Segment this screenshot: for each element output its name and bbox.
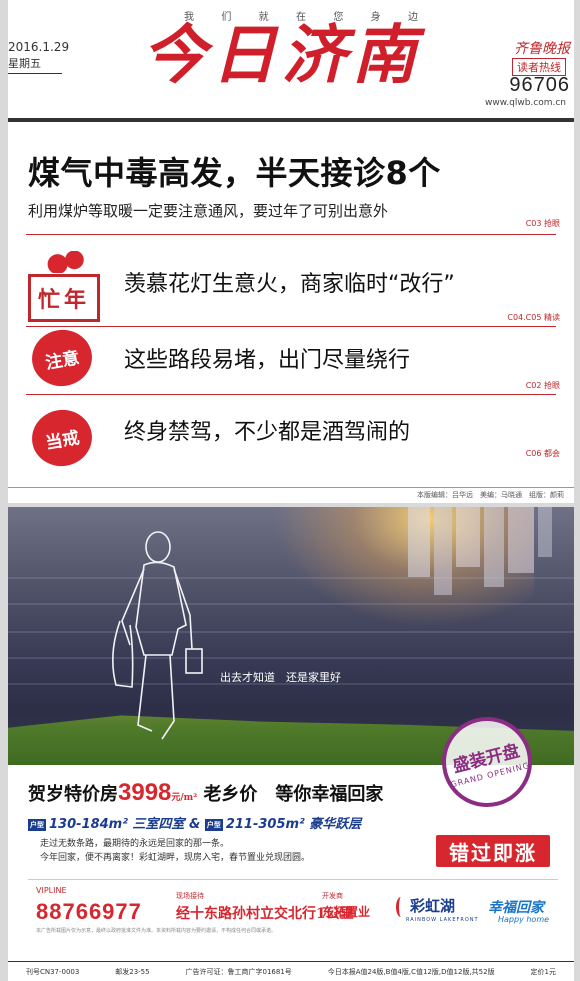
vip-phone-number[interactable]: 88766977: [36, 899, 142, 925]
real-estate-ad[interactable]: 出去才知道 还是家里好 盛装开盘 GRAND OPENING 贺岁特价房3998…: [8, 507, 574, 961]
page-ref: C02 抢眼: [525, 381, 560, 390]
walking-man-sketch-icon: [112, 531, 203, 740]
lead-headline[interactable]: 煤气中毒高发，半天接诊8个: [28, 148, 441, 194]
ad-headline: 贺岁特价房3998元/m² 老乡价 等你幸福回家: [28, 779, 383, 807]
wave-line: [8, 603, 574, 605]
developer-label: 开发商: [322, 892, 343, 900]
page-footer: 刊号CN37-0003 邮发23-55 广告许可证：鲁工商广字01681号 今日…: [8, 961, 574, 981]
footer-issn: 刊号CN37-0003: [25, 967, 80, 976]
newspaper-page: 我 们 就 在 您 身 边 2016.1.29 星期五 今日济南 齐鲁晚报 读者…: [0, 0, 580, 981]
happy-home-logo: 幸福回家: [488, 900, 544, 916]
page-ref: C04.C05 精读: [507, 313, 560, 322]
happy-home-logo-sub: Happy home: [498, 915, 550, 924]
ad-body-copy: 走过无数条路，最期待的永远是回家的那一条。 今年回家，便不再离家！彩虹湖畔，现房…: [40, 837, 310, 865]
rainbow-lake-logo-sub: RAINBOW LAKEFRONT: [406, 917, 479, 923]
ad-headline-pre: 贺岁特价房: [28, 784, 118, 805]
lead-subtitle: 利用煤炉等取暖一定要注意通风，要过年了可别出意外: [28, 202, 389, 220]
wave-line: [8, 577, 574, 579]
ad-body-line: 走过无数条路，最期待的永远是回家的那一条。: [40, 839, 230, 849]
developer-name: 东拓置业: [322, 905, 371, 919]
masthead: 我 们 就 在 您 身 边 2016.1.29 星期五 今日济南 齐鲁晚报 读者…: [8, 0, 574, 122]
ad-price: 3998: [118, 779, 172, 806]
wave-line: [8, 631, 574, 633]
ad-fine-print: 本广告所载图片仅为示意，最终以政府批准文件为准。本资料所载内容为要约邀请，不构成…: [36, 928, 277, 934]
item-headline[interactable]: 终身禁驾，不少都是酒驾闹的: [124, 414, 410, 446]
newspaper-brand: 齐鲁晚报: [514, 41, 570, 57]
dont-miss-button[interactable]: 错过即涨: [436, 835, 550, 867]
hotline-number: 96706: [509, 74, 570, 96]
editors-credit: 本版编辑：吕华远 美编：马晓通 组版：颜莉: [417, 491, 564, 499]
divider: [26, 394, 556, 395]
divider: [26, 234, 556, 235]
wave-line: [8, 657, 574, 659]
address-label: 现场接待: [176, 892, 204, 900]
ad-photo-caption: 出去才知道 还是家里好: [220, 671, 341, 684]
attention-badge: 注意: [27, 325, 97, 391]
divider: [28, 879, 558, 880]
divider: [26, 326, 556, 327]
bird-mark-icon: [396, 896, 406, 917]
issue-date: 2016.1.29: [8, 40, 70, 54]
footer-price: 定价1元: [530, 967, 556, 976]
ad-price-unit: 元/m²: [171, 793, 198, 803]
caution-badge: 当戒: [27, 405, 97, 471]
reflected-buildings-icon: [408, 507, 552, 595]
unit-tag: 户型: [28, 818, 46, 831]
vip-line-label: VIPLINE: [36, 886, 67, 895]
footer-postal: 邮发23-55: [115, 967, 150, 976]
unit-tag: 户型: [204, 818, 223, 831]
rainbow-lake-logo-text: 彩虹湖: [410, 897, 456, 915]
unit-type-b: 211-305m² 豪华跃层: [225, 817, 362, 832]
page-ref: C03 抢眼: [525, 219, 560, 228]
unit-type-a: 130-184m² 三室四室: [49, 817, 185, 832]
busy-new-year-badge: 忙年: [28, 251, 100, 322]
item-headline[interactable]: 这些路段易堵，出门尽量绕行: [124, 342, 410, 374]
footer-ad-license: 广告许可证：鲁工商广字01681号: [185, 967, 292, 976]
section-logo: 今日济南: [142, 18, 422, 93]
headlines-section: 煤气中毒高发，半天接诊8个 利用煤炉等取暖一定要注意通风，要过年了可别出意外 C…: [8, 122, 574, 487]
ad-unit-types: 户型 130-184m² 三室四室 & 户型 211-305m² 豪华跃层: [28, 813, 361, 832]
editors-bar: 本版编辑：吕华远 美编：马晓通 组版：颜莉: [8, 487, 574, 503]
website-url[interactable]: www.qlwb.com.cn: [485, 98, 566, 108]
page-ref: C06 都会: [525, 449, 560, 458]
ad-body-line: 今年回家，便不再离家！彩虹湖畔，现房入宅，春节置业兑现团圆。: [40, 853, 311, 863]
ad-headline-post: 老乡价 等你幸福回家: [203, 784, 384, 805]
item-headline[interactable]: 羡慕花灯生意火，商家临时“改行”: [124, 266, 455, 298]
issue-weekday: 星期五: [8, 55, 62, 74]
unit-ampersand: &: [188, 817, 201, 832]
footer-page-count: 今日本报A值24版,B值4版,C值12版,D值12版,共52版: [327, 967, 495, 976]
rainbow-lake-logo: 彩虹湖: [396, 895, 455, 917]
